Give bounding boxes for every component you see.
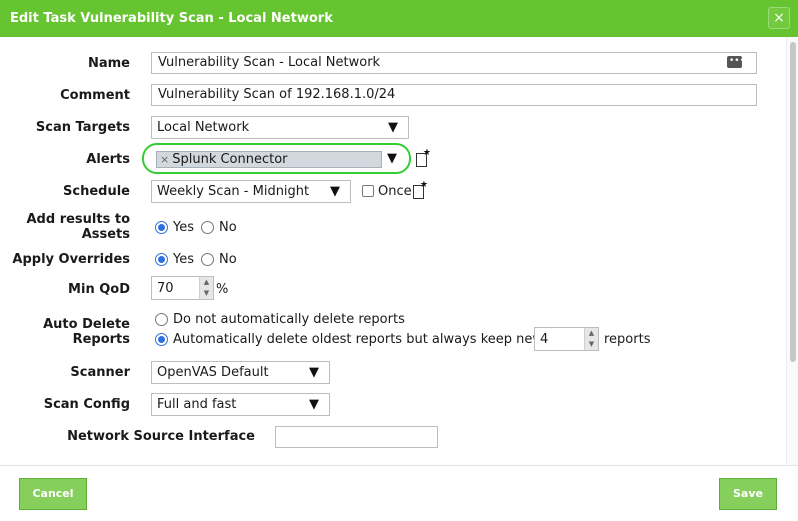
once-checkbox[interactable] <box>362 185 374 197</box>
add-results-yes-radio[interactable] <box>155 221 168 234</box>
network-source-interface-field[interactable] <box>275 426 438 448</box>
apply-overrides-yes-radio[interactable] <box>155 253 168 266</box>
chevron-down-icon: ▼ <box>330 184 340 199</box>
add-results-label-line2: Assets <box>81 227 130 242</box>
name-label: Name <box>87 56 130 71</box>
auto-delete-keep-radio[interactable] <box>155 333 168 346</box>
alerts-highlight-ring <box>142 143 411 174</box>
auto-delete-none-radio[interactable] <box>155 313 168 326</box>
min-qod-unit: % <box>216 282 229 297</box>
comment-field[interactable]: Vulnerability Scan of 192.168.1.0/24 <box>151 84 757 106</box>
cancel-button[interactable]: Cancel <box>19 478 87 510</box>
chevron-down-icon: ▼ <box>388 120 398 135</box>
scan-config-label: Scan Config <box>43 397 130 412</box>
stepper-arrows-icon[interactable]: ▲ ▼ <box>584 328 598 350</box>
new-alert-icon[interactable] <box>416 148 431 167</box>
schedule-select[interactable]: Weekly Scan - Midnight ▼ <box>151 180 351 203</box>
apply-overrides-yes-label: Yes <box>173 252 194 267</box>
scan-config-value: Full and fast <box>157 397 237 412</box>
auto-delete-label-line2: Reports <box>72 332 130 347</box>
apply-overrides-no-radio[interactable] <box>201 253 214 266</box>
scan-config-select[interactable]: Full and fast ▼ <box>151 393 330 416</box>
dialog-title: Edit Task Vulnerability Scan - Local Net… <box>10 11 333 26</box>
keep-reports-stepper[interactable]: 4 ▲ ▼ <box>534 327 599 351</box>
alerts-label: Alerts <box>86 152 130 167</box>
scan-targets-label: Scan Targets <box>35 120 130 135</box>
scan-targets-select[interactable]: Local Network ▼ <box>151 116 409 139</box>
name-field[interactable]: Vulnerability Scan - Local Network <box>151 52 757 74</box>
min-qod-value: 70 <box>157 281 174 296</box>
schedule-label: Schedule <box>63 184 130 199</box>
auto-delete-keep-label: Automatically delete oldest reports but … <box>173 332 563 347</box>
add-results-label-line1: Add results to <box>26 212 131 227</box>
add-results-no-label: No <box>219 220 237 235</box>
comment-value: Vulnerability Scan of 192.168.1.0/24 <box>158 87 396 102</box>
add-results-yes-label: Yes <box>173 220 194 235</box>
min-qod-stepper[interactable]: 70 ▲ ▼ <box>151 276 214 300</box>
scanner-value: OpenVAS Default <box>157 365 269 380</box>
new-schedule-icon[interactable] <box>413 180 428 199</box>
apply-overrides-no-label: No <box>219 252 237 267</box>
apply-overrides-label: Apply Overrides <box>12 252 130 267</box>
chevron-down-icon: ▼ <box>309 397 319 412</box>
stepper-arrows-icon[interactable]: ▲ ▼ <box>199 277 213 299</box>
auto-delete-label-line1: Auto Delete <box>43 317 130 332</box>
close-icon: × <box>773 10 785 26</box>
scrollbar-thumb[interactable] <box>790 42 796 362</box>
min-qod-label: Min QoD <box>68 282 130 297</box>
dialog-scrollbar[interactable] <box>786 37 798 465</box>
save-button[interactable]: Save <box>719 478 777 510</box>
scanner-select[interactable]: OpenVAS Default ▼ <box>151 361 330 384</box>
close-button[interactable]: × <box>768 7 790 29</box>
dialog-titlebar: Edit Task Vulnerability Scan - Local Net… <box>0 0 798 37</box>
chevron-down-icon: ▼ <box>309 365 319 380</box>
add-results-no-radio[interactable] <box>201 221 214 234</box>
keep-reports-suffix: reports <box>604 332 651 347</box>
comment-label: Comment <box>60 88 130 103</box>
scan-targets-value: Local Network <box>157 120 250 135</box>
more-icon[interactable]: ••• <box>727 56 745 68</box>
schedule-value: Weekly Scan - Midnight <box>157 184 310 199</box>
scanner-label: Scanner <box>70 365 130 380</box>
name-value: Vulnerability Scan - Local Network <box>158 55 381 70</box>
auto-delete-none-label: Do not automatically delete reports <box>173 312 405 327</box>
once-label: Once <box>378 184 412 199</box>
keep-reports-value: 4 <box>540 332 549 347</box>
network-source-interface-label: Network Source Interface <box>67 429 255 444</box>
dialog-footer <box>0 466 798 521</box>
